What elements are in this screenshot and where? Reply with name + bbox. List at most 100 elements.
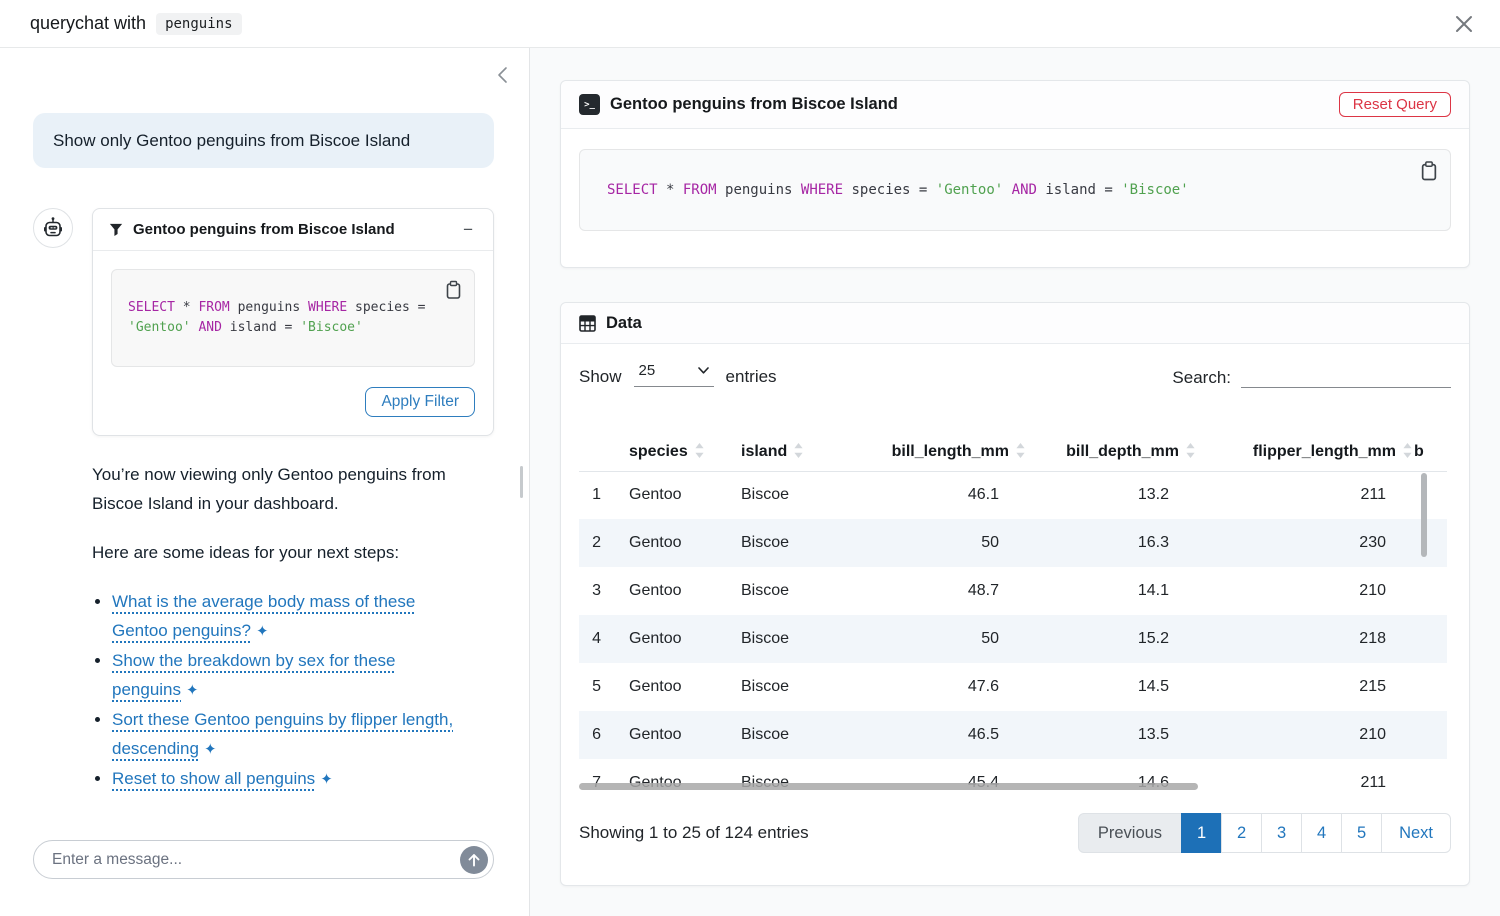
sql-token: SELECT: [128, 300, 175, 315]
top-bar: querychat with penguins: [0, 0, 1500, 48]
sql-token: FROM: [683, 182, 717, 198]
sql-token: island =: [1037, 182, 1121, 198]
column-header-label: bill_length_mm: [892, 443, 1009, 460]
column-header[interactable]: bill_length_mm: [861, 433, 1027, 471]
sql-code-block: SELECT * FROM penguins WHERE species = '…: [111, 269, 475, 367]
suggestion-item: What is the average body mass of these G…: [112, 587, 470, 646]
row-number: 1: [579, 471, 609, 519]
app-title-text: querychat with: [30, 13, 146, 34]
sql-token: penguins: [230, 300, 308, 315]
assistant-message-row: Gentoo penguins from Biscoe Island − SEL…: [33, 208, 494, 436]
column-header[interactable]: flipper_length_mm: [1197, 433, 1414, 471]
column-header[interactable]: island: [733, 433, 861, 471]
row-number: 2: [579, 519, 609, 567]
filter-card: Gentoo penguins from Biscoe Island − SEL…: [92, 208, 494, 436]
sql-token: FROM: [198, 300, 229, 315]
copy-button[interactable]: [1418, 158, 1440, 187]
sql-code-block: SELECT * FROM penguins WHERE species = '…: [579, 149, 1451, 231]
suggestion-link[interactable]: Show the breakdown by sex for these peng…: [112, 651, 396, 699]
table-cell: 13.5: [1027, 711, 1197, 759]
table-row: 5GentooBiscoe47.614.5215: [579, 663, 1447, 711]
table-cell: [1414, 615, 1447, 663]
column-header[interactable]: species: [609, 433, 733, 471]
table-cell: [1414, 519, 1447, 567]
table-row: 4GentooBiscoe5015.2218: [579, 615, 1447, 663]
pagination-page-5[interactable]: 5: [1341, 813, 1382, 853]
sql-token: *: [658, 182, 683, 198]
horizontal-scrollbar[interactable]: [579, 783, 1198, 790]
table-cell: [1414, 567, 1447, 615]
reset-query-button[interactable]: Reset Query: [1339, 92, 1451, 117]
sql-token: 'Gentoo': [936, 182, 1003, 198]
pagination-page-1[interactable]: 1: [1181, 813, 1222, 853]
sql-token: AND: [1012, 182, 1037, 198]
pagination-next[interactable]: Next: [1381, 813, 1451, 853]
sql-token: penguins: [717, 182, 801, 198]
table-cell: 14.1: [1027, 567, 1197, 615]
table-cell: 210: [1197, 567, 1414, 615]
column-header[interactable]: bill_depth_mm: [1027, 433, 1197, 471]
copy-icon: [445, 280, 462, 300]
table-cell: 16.3: [1027, 519, 1197, 567]
send-button[interactable]: [460, 846, 488, 874]
filter-card-actions: Apply Filter: [111, 387, 475, 417]
column-header-label: island: [741, 443, 787, 460]
table-cell: 48.7: [861, 567, 1027, 615]
pagination-page-4[interactable]: 4: [1301, 813, 1342, 853]
assistant-text: You’re now viewing only Gentoo penguins …: [92, 460, 470, 794]
sort-icon: [695, 443, 704, 458]
table-cell: Gentoo: [609, 615, 733, 663]
suggestion-link[interactable]: Reset to show all penguins: [112, 769, 315, 788]
copy-button[interactable]: [443, 278, 464, 305]
filter-card-header: Gentoo penguins from Biscoe Island −: [93, 209, 493, 251]
sql-token: 'Gentoo': [128, 320, 191, 335]
sidebar-collapse-button[interactable]: [491, 64, 513, 86]
sql-code: SELECT * FROM penguins WHERE species = '…: [128, 298, 428, 338]
close-button[interactable]: [1450, 10, 1478, 38]
app-title: querychat with penguins: [30, 13, 242, 35]
table-cell: 46.5: [861, 711, 1027, 759]
table-cell: [1414, 663, 1447, 711]
table-cell: [1414, 759, 1447, 793]
sql-token: AND: [198, 320, 221, 335]
sparkle-icon: ✦: [320, 771, 333, 788]
send-icon: [467, 853, 481, 867]
minimize-button[interactable]: −: [459, 219, 477, 240]
table-cell: Biscoe: [733, 663, 861, 711]
sort-icon: [794, 443, 803, 458]
vertical-scrollbar[interactable]: [1421, 473, 1427, 557]
user-message-bubble: Show only Gentoo penguins from Biscoe Is…: [33, 113, 494, 168]
dataset-chip: penguins: [156, 13, 241, 35]
filter-card-body: SELECT * FROM penguins WHERE species = '…: [93, 251, 493, 435]
pagination-page-3[interactable]: 3: [1261, 813, 1302, 853]
suggestion-item: Show the breakdown by sex for these peng…: [112, 646, 470, 705]
message-input-wrap: [33, 840, 494, 879]
terminal-icon: >_: [579, 94, 600, 115]
sql-token: species =: [347, 300, 433, 315]
pagination: Previous12345Next: [1078, 813, 1451, 853]
chat-sidebar: Show only Gentoo penguins from Biscoe Is…: [0, 48, 530, 916]
apply-filter-button[interactable]: Apply Filter: [365, 387, 475, 417]
app-window: querychat with penguins Show only Gentoo…: [0, 0, 1500, 916]
data-card-body: Show 25 entries Search:: [561, 344, 1469, 877]
table-cell: Biscoe: [733, 471, 861, 519]
sql-token: [1003, 182, 1011, 198]
pagination-page-2[interactable]: 2: [1221, 813, 1262, 853]
chevron-down-icon: [698, 367, 709, 374]
search-input[interactable]: [1241, 362, 1451, 388]
suggestion-link[interactable]: Sort these Gentoo penguins by flipper le…: [112, 710, 453, 758]
table-cell: 47.6: [861, 663, 1027, 711]
pagination-previous[interactable]: Previous: [1078, 813, 1182, 853]
message-input[interactable]: [33, 840, 494, 879]
filter-card-title: Gentoo penguins from Biscoe Island: [133, 221, 449, 238]
close-icon: [1453, 13, 1475, 35]
table-cell: 211: [1197, 759, 1414, 793]
table-info: Showing 1 to 25 of 124 entries: [579, 823, 809, 843]
page-length-select[interactable]: 25: [634, 362, 714, 387]
assistant-paragraph: You’re now viewing only Gentoo penguins …: [92, 460, 470, 518]
column-header-label: bill_depth_mm: [1066, 443, 1179, 460]
suggestion-list: What is the average body mass of these G…: [92, 587, 470, 794]
table-row: 6GentooBiscoe46.513.5210: [579, 711, 1447, 759]
sidebar-resize-handle[interactable]: [520, 466, 523, 498]
table-cell: [1414, 711, 1447, 759]
